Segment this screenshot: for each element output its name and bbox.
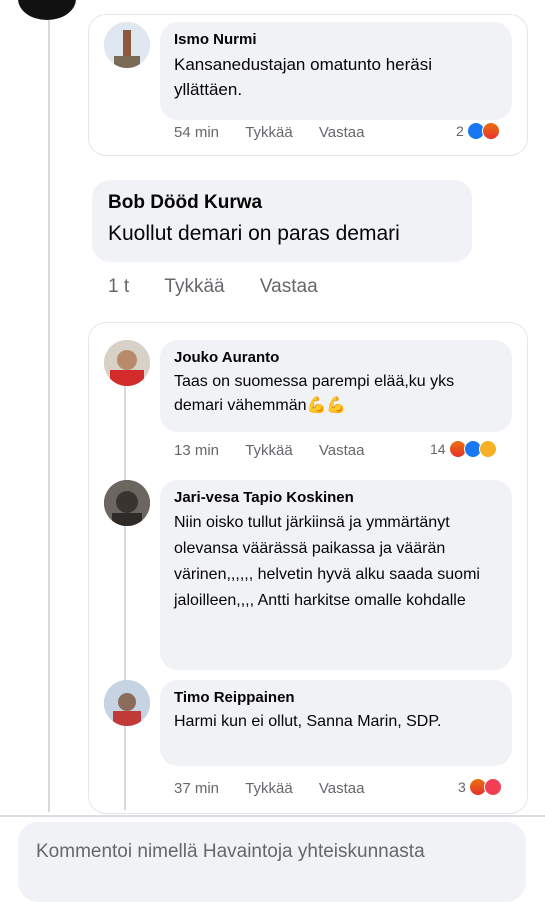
comment-text: Kuollut demari on paras demari xyxy=(108,222,400,245)
avatar[interactable] xyxy=(104,480,150,526)
thread-line xyxy=(124,380,126,810)
reply-button[interactable]: Vastaa xyxy=(319,780,365,797)
comment-text: Harmi kun ei ollut, Sanna Marin, SDP. xyxy=(174,713,442,730)
comment-text: Taas on suomessa parempi elää,ku yks dem… xyxy=(174,373,455,414)
comment-timestamp[interactable]: 37 min xyxy=(174,780,219,797)
heart-reaction-icon xyxy=(483,778,502,796)
avatar[interactable] xyxy=(104,680,150,726)
angry-reaction-icon xyxy=(481,122,500,140)
reactions[interactable]: 14 xyxy=(430,440,497,458)
comment-input-placeholder: Kommentoi nimellä Havaintoja yhteiskunna… xyxy=(36,841,425,862)
reply-button[interactable]: Vastaa xyxy=(260,276,318,298)
comment-author[interactable]: Jouko Auranto xyxy=(174,348,498,368)
comment-text: Kansanedustajan omatunto heräsi yllättäe… xyxy=(174,55,433,99)
avatar-image xyxy=(104,22,150,68)
comment-author[interactable]: Timo Reippainen xyxy=(174,688,498,708)
like-button[interactable]: Tykkää xyxy=(245,124,293,141)
avatar-image xyxy=(104,340,150,386)
reactions[interactable]: 3 xyxy=(458,778,502,796)
reaction-count: 2 xyxy=(456,123,464,139)
comment-author[interactable]: Bob Dööd Kurwa xyxy=(108,192,456,214)
comment-timestamp[interactable]: 13 min xyxy=(174,442,219,459)
reactions[interactable]: 2 xyxy=(456,122,500,140)
like-button[interactable]: Tykkää xyxy=(245,442,293,459)
comment-bubble[interactable]: Bob Dööd Kurwa Kuollut demari on paras d… xyxy=(92,180,472,262)
comment-bubble[interactable]: Jouko Auranto Taas on suomessa parempi e… xyxy=(160,340,512,432)
wow-reaction-icon xyxy=(478,440,497,458)
avatar[interactable] xyxy=(104,340,150,386)
avatar-image xyxy=(104,480,150,526)
reply-button[interactable]: Vastaa xyxy=(319,442,365,459)
comment-input[interactable]: Kommentoi nimellä Havaintoja yhteiskunna… xyxy=(18,822,526,902)
avatar[interactable] xyxy=(104,22,150,68)
thread-line xyxy=(48,0,50,812)
reaction-count: 14 xyxy=(430,441,446,457)
avatar-image xyxy=(104,680,150,726)
like-button[interactable]: Tykkää xyxy=(164,276,224,298)
like-button[interactable]: Tykkää xyxy=(245,780,293,797)
comment-timestamp[interactable]: 54 min xyxy=(174,124,219,141)
comment-bubble[interactable]: Timo Reippainen Harmi kun ei ollut, Sann… xyxy=(160,680,512,766)
comment-timestamp[interactable]: 1 t xyxy=(108,276,129,298)
comment-bubble[interactable]: Ismo Nurmi Kansanedustajan omatunto herä… xyxy=(160,22,512,120)
reply-button[interactable]: Vastaa xyxy=(319,124,365,141)
divider xyxy=(0,815,545,817)
comment-author[interactable]: Ismo Nurmi xyxy=(174,30,498,50)
comment-bubble[interactable]: Jari-vesa Tapio Koskinen Niin oisko tull… xyxy=(160,480,512,670)
comment-author[interactable]: Jari-vesa Tapio Koskinen xyxy=(174,488,498,508)
reaction-count: 3 xyxy=(458,779,466,795)
avatar[interactable] xyxy=(18,0,76,20)
comment-text: Niin oisko tullut järkiinsä ja ymmärtäny… xyxy=(174,514,480,609)
